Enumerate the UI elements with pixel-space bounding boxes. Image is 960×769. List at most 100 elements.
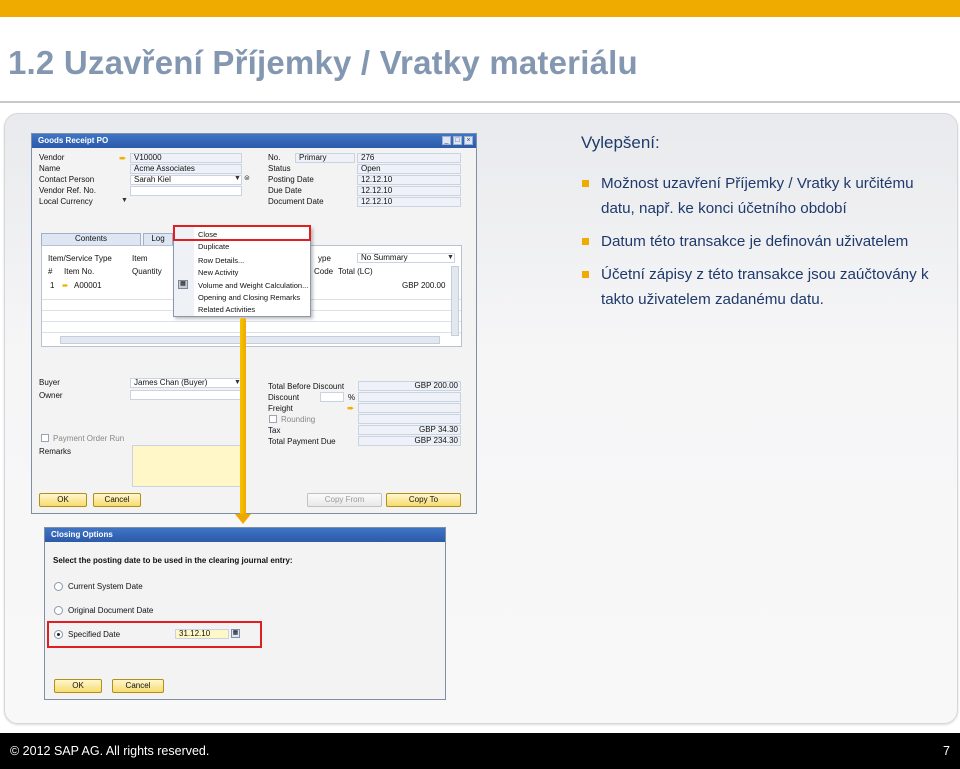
title-divider (0, 101, 960, 103)
bullet-item: Účetní zápisy z této transakce jsou zaúč… (581, 262, 941, 312)
row-1-total[interactable]: GBP 200.00 (402, 281, 445, 290)
tab-logistics[interactable]: Log (143, 233, 173, 245)
improvements-heading: Vylepšení: (581, 133, 660, 152)
posting-date-field[interactable]: 12.12.10 (357, 175, 461, 185)
menu-item-related-activities[interactable]: Related Activities (198, 305, 255, 314)
closing-options-dialog: Closing Options Select the posting date … (44, 527, 446, 700)
page-number: 7 (943, 744, 950, 758)
freight-field[interactable] (358, 403, 461, 413)
specified-date-highlight-box (47, 621, 262, 648)
contact-details-icon[interactable]: ⊜ (244, 174, 250, 182)
rounding-field (358, 414, 461, 424)
row-1-num[interactable]: 1 (50, 281, 54, 290)
ok-button[interactable]: OK (39, 493, 87, 507)
total-payment-due-field: GBP 234.30 (358, 436, 461, 446)
discount-field[interactable] (358, 392, 461, 402)
dialog-cancel-button[interactable]: Cancel (112, 679, 164, 693)
tab-contents[interactable]: Contents (41, 233, 141, 245)
document-date-field[interactable]: 12.12.10 (357, 197, 461, 207)
menu-item-row-details[interactable]: Row Details... (198, 256, 244, 265)
col-header-quantity: Quantity (132, 267, 162, 276)
freight-label: Freight (268, 404, 293, 413)
remarks-field[interactable] (132, 445, 242, 487)
total-before-discount-label: Total Before Discount (268, 382, 345, 391)
item-type-value[interactable]: Item (132, 254, 148, 263)
connector-arrow-line (240, 318, 246, 518)
status-label: Status (268, 164, 291, 173)
improvements-section: Vylepšení: Možnost uzavření Příjemky / V… (581, 133, 941, 320)
no-series-field[interactable]: Primary (295, 153, 355, 163)
summary-dropdown-icon[interactable]: ▼ (447, 254, 454, 261)
menu-item-opening-closing-remarks[interactable]: Opening and Closing Remarks (198, 293, 300, 302)
posting-date-label: Posting Date (268, 175, 314, 184)
item-type-label: Item/Service Type (48, 254, 112, 263)
vendor-field[interactable]: V10000 (130, 153, 242, 163)
window-title: Goods Receipt PO (32, 134, 476, 148)
link-arrow-icon[interactable]: ➨ (62, 281, 69, 290)
row-1-item-no[interactable]: A00001 (74, 281, 102, 290)
radio-original-document-date[interactable] (54, 606, 63, 615)
maximize-icon[interactable]: □ (453, 136, 462, 145)
name-label: Name (39, 164, 61, 173)
total-payment-due-label: Total Payment Due (268, 437, 336, 446)
horizontal-scrollbar[interactable] (60, 336, 440, 344)
vendor-link-arrow-icon[interactable]: ➨ (119, 154, 129, 163)
col-header-item-no: Item No. (64, 267, 95, 276)
dialog-prompt: Select the posting date to be used in th… (53, 556, 293, 565)
footer-copyright: © 2012 SAP AG. All rights reserved. (10, 744, 210, 758)
tax-label: Tax (268, 426, 281, 435)
radio-current-system-date[interactable] (54, 582, 63, 591)
buyer-label: Buyer (39, 378, 60, 387)
footer-bar: © 2012 SAP AG. All rights reserved. 7 (0, 733, 960, 769)
discount-percent-field[interactable] (320, 392, 344, 402)
rounding-checkbox[interactable] (269, 415, 277, 423)
copy-to-button[interactable]: Copy To (386, 493, 461, 507)
menu-item-duplicate[interactable]: Duplicate (198, 242, 229, 251)
option-current-system-date[interactable]: Current System Date (68, 582, 143, 591)
status-field: Open (357, 164, 461, 174)
rounding-label: Rounding (281, 415, 316, 424)
table-row[interactable] (42, 323, 461, 333)
owner-label: Owner (39, 391, 63, 400)
option-original-document-date[interactable]: Original Document Date (68, 606, 153, 615)
buyer-field[interactable]: James Chan (Buyer) (130, 378, 242, 388)
no-label: No. (268, 153, 281, 162)
contact-person-field[interactable]: Sarah Kiel (130, 175, 242, 185)
currency-dropdown-icon[interactable]: ▼ (121, 197, 128, 204)
dialog-ok-button[interactable]: OK (54, 679, 102, 693)
menu-item-volume-weight[interactable]: Volume and Weight Calculation... (198, 281, 308, 290)
contact-dropdown-icon[interactable]: ▼ (234, 175, 241, 182)
calculator-icon: ▦ (178, 280, 188, 289)
col-header-total: Total (LC) (338, 267, 373, 276)
vendor-ref-field[interactable] (130, 186, 242, 196)
due-date-label: Due Date (268, 186, 302, 195)
name-field[interactable]: Acme Associates (130, 164, 242, 174)
top-accent-bar (0, 0, 960, 17)
total-before-discount-field: GBP 200.00 (358, 381, 461, 391)
bullet-item: Datum této transakce je definován uživat… (581, 229, 941, 254)
summary-type-select[interactable]: No Summary (357, 253, 455, 263)
connector-arrow-head (235, 514, 251, 524)
document-date-label: Document Date (268, 197, 324, 206)
freight-arrow-icon[interactable]: ➨ (347, 404, 357, 413)
vendor-ref-label: Vendor Ref. No. (39, 186, 96, 195)
vertical-scrollbar[interactable] (451, 266, 459, 336)
tax-field: GBP 34.30 (358, 425, 461, 435)
due-date-field[interactable]: 12.12.10 (357, 186, 461, 196)
goods-receipt-window: Goods Receipt PO _ □ × Vendor Name Conta… (31, 133, 477, 514)
copy-from-button[interactable]: Copy From (307, 493, 382, 507)
minimize-icon[interactable]: _ (442, 136, 451, 145)
close-icon[interactable]: × (464, 136, 473, 145)
cancel-button[interactable]: Cancel (93, 493, 141, 507)
col-header-code: Code (314, 267, 334, 276)
payment-order-checkbox[interactable] (41, 434, 49, 442)
slide-title: 1.2 Uzavření Příjemky / Vratky materiálu (8, 44, 638, 81)
dialog-title: Closing Options (45, 528, 445, 542)
owner-field[interactable] (130, 390, 242, 400)
no-field[interactable]: 276 (357, 153, 461, 163)
summary-type-label: ype (318, 254, 331, 263)
remarks-label: Remarks (39, 447, 72, 456)
menu-item-new-activity[interactable]: New Activity (198, 268, 238, 277)
bullet-item: Možnost uzavření Příjemky / Vratky k urč… (581, 171, 941, 221)
discount-unit: % (348, 393, 356, 402)
